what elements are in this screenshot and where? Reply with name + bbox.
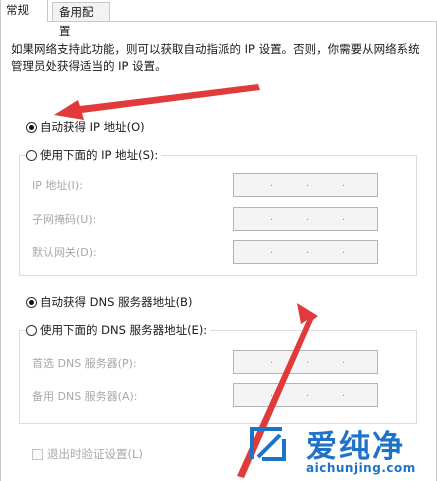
checkbox-icon[interactable] [32,448,43,460]
description-text: 如果网络支持此功能，则可以获取自动指派的 IP 设置。否则，你需要从网络系统管理… [11,42,420,73]
manual-ip-radio[interactable]: 使用下面的 IP 地址(S): [26,147,162,163]
alternate-dns-label: 备用 DNS 服务器(A): [32,390,138,403]
manual-ip-label: 使用下面的 IP 地址(S): [40,148,159,162]
watermark: 爱纯净 aichunjing.com [246,419,426,481]
auto-ip-radio[interactable]: 自动获得 IP 地址(O) [26,119,145,135]
manual-dns-radio[interactable]: 使用下面的 DNS 服务器地址(E): [26,322,211,338]
ip-address-field[interactable]: ... [233,173,378,197]
ip-address-label: IP 地址(I): [32,179,83,192]
brand-name-cn: 爱纯净 [306,429,405,465]
tab-general[interactable]: 常规 [0,0,48,22]
radio-icon[interactable] [26,121,37,133]
validate-settings-label: 退出时验证设置(L) [47,447,143,461]
radio-icon[interactable] [26,324,37,336]
brand-logo-icon [250,427,286,461]
default-gateway-label: 默认网关(D): [32,246,97,259]
radio-icon[interactable] [26,149,37,161]
preferred-dns-label: 首选 DNS 服务器(P): [32,357,137,370]
arrow-to-auto-ip [54,84,260,120]
subnet-mask-field[interactable]: ... [233,207,378,231]
auto-dns-label: 自动获得 DNS 服务器地址(B) [40,295,193,309]
radio-icon[interactable] [26,296,37,308]
auto-ip-label: 自动获得 IP 地址(O) [40,120,145,134]
preferred-dns-field[interactable]: ... [233,350,378,374]
subnet-mask-label: 子网掩码(U): [32,213,97,226]
brand-name-en: aichunjing.com [306,461,416,475]
validate-settings-checkbox[interactable]: 退出时验证设置(L) [32,446,143,462]
manual-dns-label: 使用下面的 DNS 服务器地址(E): [40,323,208,337]
tab-divider [0,21,437,22]
dns-server-group [19,330,417,424]
pane-border [0,22,1,481]
auto-dns-radio[interactable]: 自动获得 DNS 服务器地址(B) [26,294,192,310]
default-gateway-field[interactable]: ... [233,240,378,264]
tab-bar: 备用配置 常规 [0,0,437,38]
alternate-dns-field[interactable]: ... [233,383,378,407]
tab-alternate-config[interactable]: 备用配置 [52,2,110,38]
